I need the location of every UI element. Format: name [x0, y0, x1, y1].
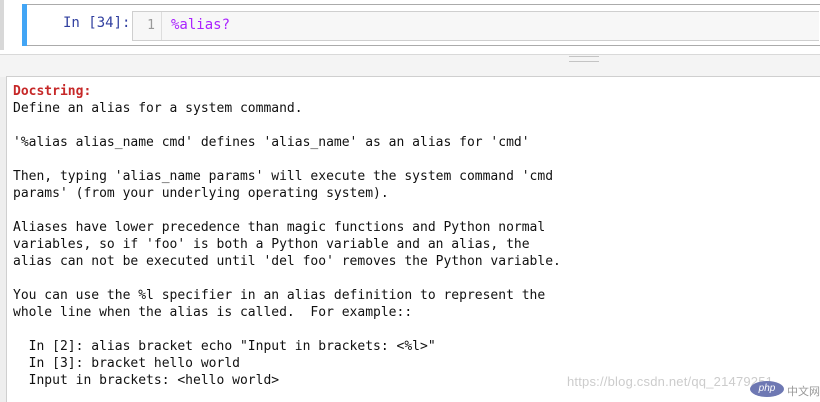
docstring-line: [13, 202, 561, 219]
docstring-line: [13, 270, 561, 287]
docstring-heading: Docstring:: [13, 84, 92, 99]
selected-cell-indicator: [22, 4, 27, 46]
splitter-grip-icon[interactable]: [569, 56, 599, 62]
input-prompt: In [34]:: [63, 15, 131, 31]
php-logo-caption: 中文网: [787, 386, 820, 398]
docstring-line: alias can not be executed until 'del foo…: [13, 254, 561, 269]
docstring-line: Aliases have lower precedence than magic…: [13, 220, 546, 235]
docstring-line: '%alias alias_name cmd' defines 'alias_n…: [13, 135, 530, 150]
line-number-gutter: 1: [133, 12, 162, 40]
docstring-line: Input in brackets: <hello world>: [13, 373, 280, 388]
notebook-cell-area: In [34]: 1 %alias?: [0, 0, 820, 54]
help-operator: ?: [221, 17, 231, 33]
php-logo-icon: php: [750, 381, 784, 397]
docstring-line: You can use the %l specifier in an alias…: [13, 288, 546, 303]
docstring-line: [13, 321, 561, 338]
docstring-line: Then, typing 'alias_name params' will ex…: [13, 169, 554, 184]
help-pager: Docstring: Define an alias for a system c…: [6, 76, 820, 402]
magic-command: %alias: [171, 17, 222, 33]
docstring-content: Docstring: Define an alias for a system c…: [13, 83, 561, 389]
code-line[interactable]: %alias?: [171, 17, 230, 33]
docstring-line: In [3]: bracket hello world: [13, 356, 240, 371]
docstring-line: Define an alias for a system command.: [13, 101, 303, 116]
docstring-line: variables, so if 'foo' is both a Python …: [13, 237, 530, 252]
docstring-line: In [2]: alias bracket echo "Input in bra…: [13, 339, 436, 354]
code-editor[interactable]: 1 %alias?: [132, 11, 819, 41]
watermark-url: https://blog.csdn.net/qq_21479251: [567, 374, 774, 389]
pager-splitter[interactable]: [0, 54, 820, 77]
notebook-left-edge: [0, 0, 4, 50]
docstring-line: [13, 117, 561, 134]
line-number: 1: [147, 18, 155, 33]
docstring-line: params' (from your underlying operating …: [13, 186, 389, 201]
docstring-line: whole line when the alias is called. For…: [13, 305, 413, 320]
docstring-line: [13, 151, 561, 168]
